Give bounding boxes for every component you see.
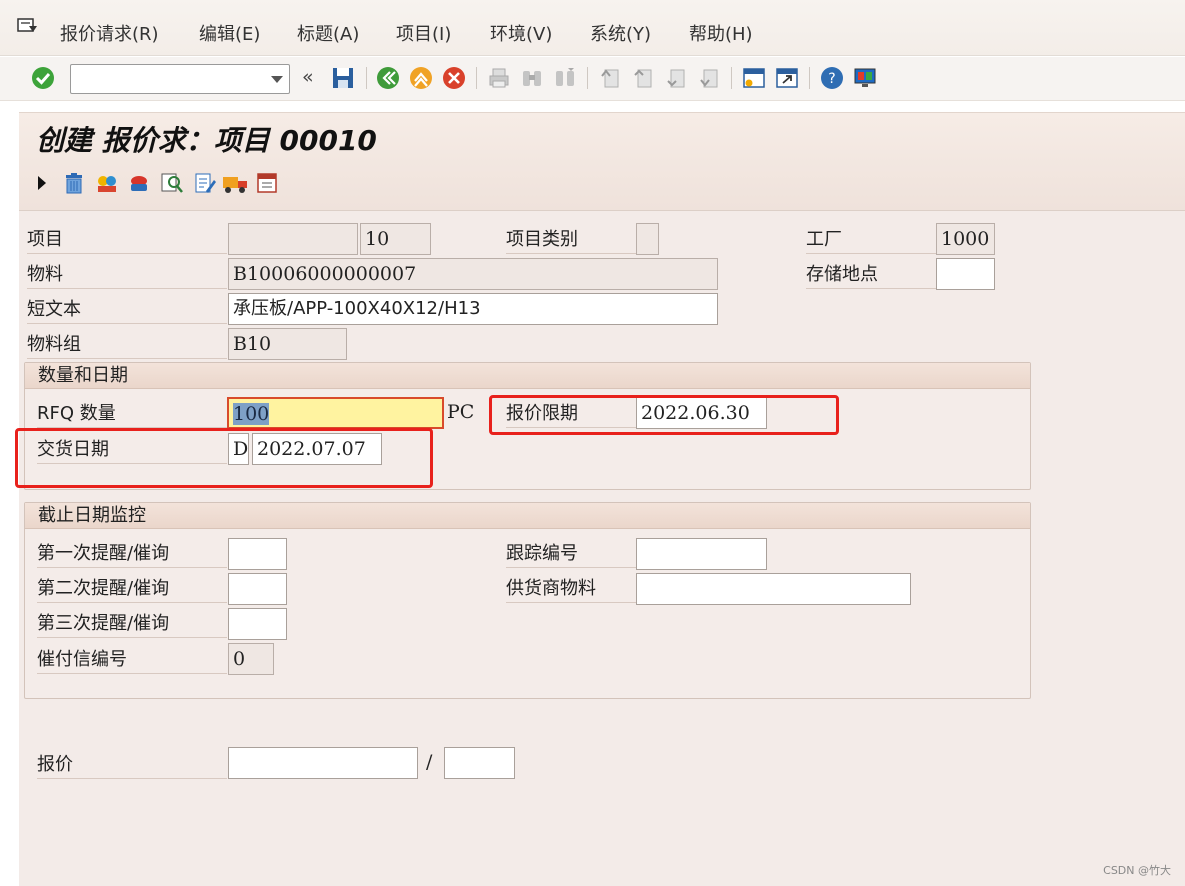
item-number-prefix-field	[228, 223, 358, 255]
save-icon[interactable]	[331, 66, 355, 90]
quotation-separator: /	[426, 751, 433, 773]
quantity-dates-header: 数量和日期	[25, 363, 1030, 389]
deadline-monitoring-header: 截止日期监控	[25, 503, 1030, 529]
find-icon[interactable]	[520, 66, 544, 90]
menu-environment[interactable]: 环境(V)	[490, 20, 552, 46]
material-field: B10006000000007	[228, 258, 718, 290]
expand-arrow-icon[interactable]	[35, 171, 49, 195]
quote-deadline-highlight	[489, 395, 839, 435]
material-label: 物料	[27, 261, 227, 289]
schedule-icon[interactable]	[255, 171, 279, 195]
rfq-quantity-value: 100	[233, 403, 270, 425]
quotation-label: 报价	[37, 751, 227, 779]
menu-icon[interactable]	[17, 18, 39, 36]
toolbar-separator	[366, 67, 367, 89]
plant-label: 工厂	[806, 226, 936, 254]
svg-text:?: ?	[828, 71, 835, 87]
reminder3-input[interactable]	[228, 608, 287, 640]
rfq-quantity-input[interactable]: 100	[227, 397, 444, 429]
history-back-icon[interactable]: «	[302, 66, 314, 88]
page-title: 创建 报价求：项目 00010	[36, 124, 377, 157]
vendor-icon[interactable]	[127, 171, 151, 195]
overview-icon[interactable]	[160, 171, 184, 195]
cancel-icon[interactable]	[442, 66, 466, 90]
conditions-icon[interactable]	[95, 171, 119, 195]
material-group-field: B10	[228, 328, 347, 360]
reminder2-input[interactable]	[228, 573, 287, 605]
delivery-date-highlight	[15, 428, 433, 488]
material-group-label: 物料组	[27, 331, 227, 359]
unit-text: PC	[447, 401, 475, 423]
last-page-icon[interactable]	[697, 66, 721, 90]
menu-help[interactable]: 帮助(H)	[689, 20, 753, 46]
delivery-icon[interactable]	[222, 171, 250, 195]
plant-field: 1000	[936, 223, 995, 255]
standard-toolbar: « ?	[0, 57, 1185, 101]
command-field[interactable]	[70, 64, 290, 94]
short-text-input[interactable]: 承压板/APP-100X40X12/H13	[228, 293, 718, 325]
exit-icon[interactable]	[409, 66, 433, 90]
watermark: CSDN @竹大	[1103, 864, 1171, 877]
item-number-field: 10	[360, 223, 431, 255]
rfq-quantity-label: RFQ 数量	[37, 400, 227, 428]
layout-icon[interactable]	[853, 66, 877, 90]
title-area: 创建 报价求：项目 00010	[19, 112, 1185, 210]
print-icon[interactable]	[487, 66, 511, 90]
reminder1-input[interactable]	[228, 538, 287, 570]
item-detail-panel: 项目 10 项目类别 工厂 1000 物料 B10006000000007 存储…	[15, 210, 1185, 886]
find-next-icon[interactable]	[553, 66, 577, 90]
new-session-icon[interactable]	[742, 66, 766, 90]
storage-location-label: 存储地点	[806, 261, 936, 289]
command-input[interactable]	[75, 66, 255, 92]
menu-system[interactable]: 系统(Y)	[590, 20, 651, 46]
vendor-material-input[interactable]	[636, 573, 911, 605]
check-icon[interactable]	[31, 66, 55, 90]
menu-rfq[interactable]: 报价请求(R)	[60, 20, 159, 46]
menu-bar: 报价请求(R) 编辑(E) 标题(A) 项目(I) 环境(V) 系统(Y) 帮助…	[0, 0, 1185, 56]
reminder1-label: 第一次提醒/催询	[37, 540, 227, 568]
delete-icon[interactable]	[62, 171, 86, 195]
menu-edit[interactable]: 编辑(E)	[199, 20, 260, 46]
tracking-number-input[interactable]	[636, 538, 767, 570]
quotation-input[interactable]	[228, 747, 418, 779]
tracking-number-label: 跟踪编号	[506, 540, 636, 568]
toolbar-separator	[809, 67, 810, 89]
reminder3-label: 第三次提醒/催询	[37, 610, 227, 638]
quotation-input-2[interactable]	[444, 747, 515, 779]
help-icon[interactable]: ?	[820, 66, 844, 90]
item-label: 项目	[27, 226, 227, 254]
vendor-material-label: 供货商物料	[506, 575, 636, 603]
next-page-icon[interactable]	[664, 66, 688, 90]
menu-header[interactable]: 标题(A)	[297, 20, 359, 46]
dunning-number-label: 催付信编号	[37, 646, 227, 674]
dunning-number-field: 0	[228, 643, 274, 675]
menu-item[interactable]: 项目(I)	[396, 20, 451, 46]
back-icon[interactable]	[376, 66, 400, 90]
first-page-icon[interactable]	[598, 66, 622, 90]
shortcut-icon[interactable]	[775, 66, 799, 90]
toolbar-separator	[731, 67, 732, 89]
toolbar-separator	[476, 67, 477, 89]
storage-location-input[interactable]	[936, 258, 995, 290]
item-category-field[interactable]	[636, 223, 659, 255]
short-text-label: 短文本	[27, 296, 227, 324]
reminder2-label: 第二次提醒/催询	[37, 575, 227, 603]
texts-icon[interactable]	[193, 171, 217, 195]
chevron-down-icon[interactable]	[271, 76, 283, 83]
prev-page-icon[interactable]	[631, 66, 655, 90]
toolbar-separator	[587, 67, 588, 89]
item-category-label: 项目类别	[506, 226, 636, 254]
